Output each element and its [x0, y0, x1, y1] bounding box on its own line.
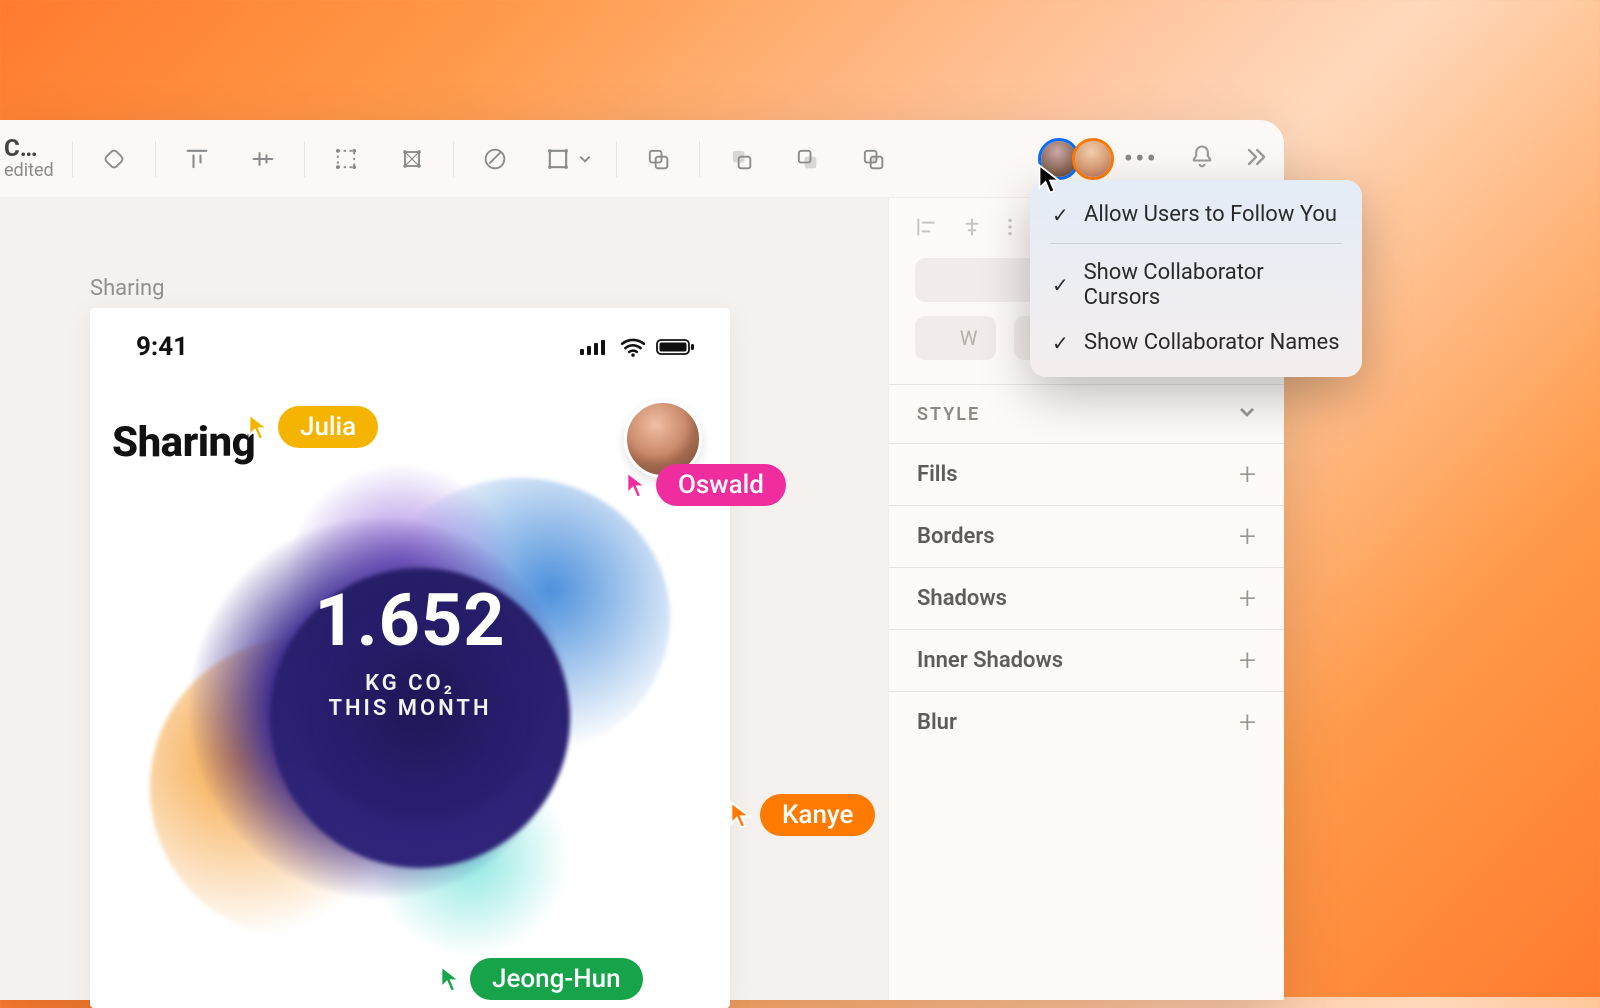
wifi-icon	[620, 337, 646, 357]
check-icon: ✓	[1052, 273, 1070, 297]
document-title: C…	[4, 136, 54, 160]
plus-icon[interactable]: +	[1239, 529, 1256, 544]
check-icon: ✓	[1052, 203, 1070, 227]
more-collaborators-icon[interactable]: •••	[1120, 142, 1162, 175]
metric-value: 1.652	[90, 578, 730, 663]
color-picker-icon[interactable]	[472, 136, 518, 182]
transform-tool-icon[interactable]	[389, 136, 435, 182]
diamond-icon	[100, 145, 128, 173]
metric-block: 1.652 KG CO₂ THIS MONTH	[90, 578, 730, 721]
subtract-icon[interactable]	[718, 136, 764, 182]
status-time: 9:41	[136, 332, 188, 362]
overflow-chevrons-icon[interactable]	[1242, 143, 1270, 175]
cursor-icon	[730, 801, 752, 829]
metric-unit: KG CO₂	[90, 671, 730, 696]
document-status: edited	[4, 160, 54, 182]
artboard[interactable]: 9:41 Sharing	[90, 308, 730, 1008]
plus-icon[interactable]: +	[1239, 653, 1256, 668]
battery-icon	[656, 338, 696, 356]
inner-shadows-row[interactable]: Inner Shadows+	[889, 630, 1284, 691]
borders-row[interactable]: Borders+	[889, 506, 1284, 567]
plus-icon[interactable]: +	[1239, 591, 1256, 606]
collab-cursor-kanye: Kanye	[730, 794, 875, 836]
fills-row[interactable]: Fills+	[889, 444, 1284, 505]
notifications-icon[interactable]	[1188, 143, 1216, 175]
phone-status-bar: 9:41	[90, 308, 730, 362]
resize-tool-icon[interactable]	[323, 136, 369, 182]
mouse-cursor-icon	[1038, 164, 1062, 198]
collaborator-options-menu[interactable]: ✓ Allow Users to Follow You ✓ Show Colla…	[1030, 180, 1362, 377]
difference-icon[interactable]	[850, 136, 896, 182]
cellular-icon	[580, 338, 610, 356]
align-middle-icon[interactable]	[240, 136, 286, 182]
union-icon[interactable]	[635, 136, 681, 182]
align-top-icon[interactable]	[174, 136, 220, 182]
canvas[interactable]: Sharing 9:41 Sharing	[0, 198, 888, 1000]
style-header[interactable]: STYLE	[889, 385, 1284, 443]
plus-icon[interactable]: +	[1239, 467, 1256, 482]
artboard-icon	[544, 145, 572, 173]
metric-period: THIS MONTH	[90, 696, 730, 721]
chevron-down-icon	[578, 152, 592, 166]
menu-allow-follow[interactable]: ✓ Allow Users to Follow You	[1030, 192, 1362, 237]
app-window: C… edited	[0, 120, 1284, 1000]
check-icon: ✓	[1052, 331, 1070, 355]
align-center-icon[interactable]	[961, 216, 983, 238]
style-section: STYLE	[889, 384, 1284, 443]
plus-icon[interactable]: +	[1239, 715, 1256, 730]
menu-show-cursors[interactable]: ✓ Show Collaborator Cursors	[1030, 250, 1362, 320]
artboard-tool[interactable]	[538, 136, 598, 182]
document-title-block: C… edited	[0, 136, 64, 182]
w-field[interactable]: W	[915, 316, 996, 360]
align-left-icon[interactable]	[915, 216, 937, 238]
divider-icon	[1007, 216, 1013, 238]
shadows-row[interactable]: Shadows+	[889, 568, 1284, 629]
shape-tool-icon[interactable]	[91, 136, 137, 182]
avatar-2[interactable]	[1072, 138, 1114, 180]
intersect-icon[interactable]	[784, 136, 830, 182]
chevron-down-icon	[1238, 403, 1256, 425]
menu-show-names[interactable]: ✓ Show Collaborator Names	[1030, 320, 1362, 365]
artboard-name-label[interactable]: Sharing	[90, 276, 164, 301]
blur-row[interactable]: Blur+	[889, 692, 1284, 753]
